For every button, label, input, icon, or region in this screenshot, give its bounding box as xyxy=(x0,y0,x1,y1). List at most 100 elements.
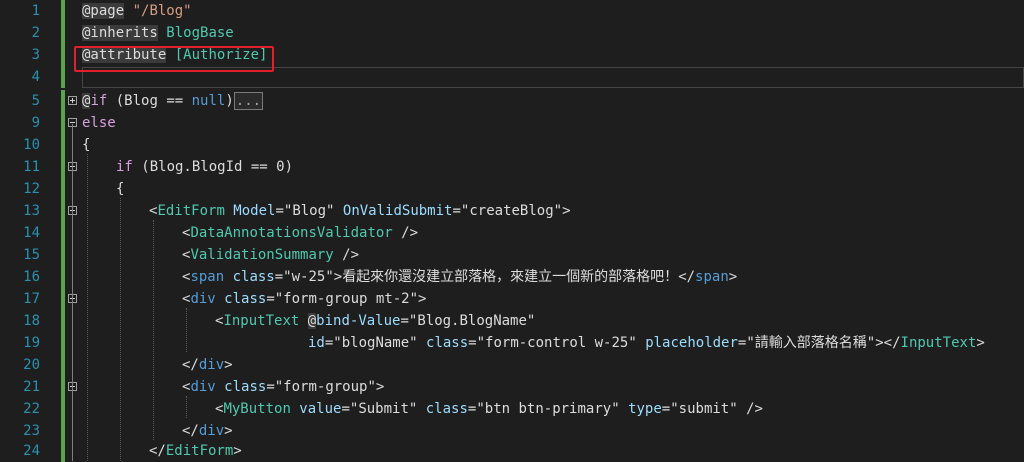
code-line-15[interactable]: 15 <ValidationSummary /> xyxy=(0,244,1024,266)
code-line-2[interactable]: 2 @inherits BlogBase xyxy=(0,22,1024,44)
html-tag: div xyxy=(198,357,225,373)
code-text: (Blog.BlogId xyxy=(132,159,251,175)
text-content: 看起來你還沒建立部落格，來建立一個新的部落格吧！ xyxy=(342,269,679,285)
attribute-value: "請輸入部落格名稱" xyxy=(746,335,876,351)
line-number: 5 xyxy=(31,93,40,109)
line-number: 18 xyxy=(23,313,40,329)
attribute-name: Model xyxy=(224,203,276,219)
equals: = xyxy=(274,269,284,285)
line-number: 3 xyxy=(31,47,40,63)
keyword: null xyxy=(191,93,226,109)
brace: { xyxy=(82,137,91,153)
html-tag: div xyxy=(190,379,216,395)
attribute-value: "Submit" xyxy=(349,401,418,417)
razor-directive: @ xyxy=(307,313,317,329)
attribute-value: "form-group" xyxy=(274,379,376,395)
code-line-14[interactable]: 14 <DataAnnotationsValidator /> xyxy=(0,222,1024,244)
keyword: if xyxy=(116,159,133,175)
keyword: else xyxy=(82,115,116,131)
operator: == xyxy=(250,159,268,175)
code-line-23[interactable]: 23 </div> xyxy=(0,420,1024,442)
attribute-name: placeholder xyxy=(636,335,738,351)
bracket: > xyxy=(562,203,571,219)
code-line-24[interactable]: 24 </EditForm> xyxy=(0,440,1024,462)
modified-indicator xyxy=(61,66,65,88)
modified-indicator xyxy=(61,244,65,266)
modified-indicator xyxy=(61,0,65,22)
code-line-16[interactable]: 16 <span class="w-25">看起來你還沒建立部落格，來建立一個新… xyxy=(0,266,1024,288)
modified-indicator xyxy=(61,420,65,442)
razor-directive: @inherits xyxy=(82,25,158,41)
line-number: 19 xyxy=(23,335,40,351)
code-line-19[interactable]: 19 id="blogName" class="form-control w-2… xyxy=(0,332,1024,354)
attribute-name: class xyxy=(215,379,267,395)
line-number: 11 xyxy=(23,159,40,175)
bracket: > xyxy=(233,443,242,459)
code-line-4[interactable]: 4 xyxy=(0,66,1024,88)
bracket: </ xyxy=(678,269,696,285)
type-name: BlogBase xyxy=(166,25,234,41)
attribute-value: "createBlog" xyxy=(460,203,563,219)
code-text: 0) xyxy=(267,159,294,175)
modified-indicator xyxy=(61,90,65,112)
expand-icon[interactable] xyxy=(68,96,77,105)
keyword: if xyxy=(90,93,108,109)
code-line-21[interactable]: 21 <div class="form-group"> xyxy=(0,376,1024,398)
attribute-name: class xyxy=(417,335,469,351)
code-line-18[interactable]: 18 <InputText @bind-Value="Blog.BlogName… xyxy=(0,310,1024,332)
code-line-10[interactable]: 10 { xyxy=(0,134,1024,156)
line-number: 20 xyxy=(23,357,40,373)
code-line-9[interactable]: 9 else xyxy=(0,112,1024,134)
attribute-name: value xyxy=(290,401,342,417)
component-name: EditForm xyxy=(157,203,225,219)
bracket: ></ xyxy=(875,335,901,351)
attribute-name: bind-Value xyxy=(316,313,401,329)
line-number: 12 xyxy=(23,181,40,197)
modified-indicator xyxy=(61,440,65,462)
bracket: > xyxy=(224,423,233,439)
line-number: 14 xyxy=(23,225,40,241)
equals: = xyxy=(400,313,409,329)
line-number: 17 xyxy=(23,291,40,307)
attribute-name: type xyxy=(619,401,662,417)
line-number: 4 xyxy=(31,69,40,85)
modified-indicator xyxy=(61,178,65,200)
html-tag: span xyxy=(695,269,729,285)
equals: = xyxy=(661,401,671,417)
bracket: > xyxy=(976,335,985,351)
bracket: > xyxy=(418,291,427,307)
bracket: > xyxy=(375,379,385,395)
brace: { xyxy=(116,181,125,197)
attribute-name: OnValidSubmit xyxy=(334,203,453,219)
bracket: </ xyxy=(182,357,199,373)
code-line-13[interactable]: 13 <EditForm Model="Blog" OnValidSubmit=… xyxy=(0,200,1024,222)
attribute-name: class xyxy=(417,401,468,417)
html-tag: div xyxy=(190,291,216,307)
code-line-17[interactable]: 17 <div class="form-group mt-2"> xyxy=(0,288,1024,310)
code-text: ) xyxy=(225,93,234,109)
string-literal: "/Blog" xyxy=(132,3,192,19)
code-line-12[interactable]: 12 { xyxy=(0,178,1024,200)
code-line-1[interactable]: 1 @page "/Blog" xyxy=(0,0,1024,22)
bracket: /> xyxy=(392,225,419,241)
modified-indicator xyxy=(61,156,65,178)
line-number: 10 xyxy=(23,137,40,153)
equals: = xyxy=(452,203,461,219)
equals: = xyxy=(266,291,275,307)
code-line-20[interactable]: 20 </div> xyxy=(0,354,1024,376)
code-line-11[interactable]: 11 if (Blog.BlogId == 0) xyxy=(0,156,1024,178)
line-number: 15 xyxy=(23,247,40,263)
code-editor[interactable]: 1 @page "/Blog" 2 @inherits BlogBase 3 @… xyxy=(0,0,1024,462)
code-line-5[interactable]: 5 @if (Blog == null)... xyxy=(0,90,1024,112)
operator: == xyxy=(166,93,184,109)
component-name: ValidationSummary xyxy=(190,247,334,263)
modified-indicator xyxy=(61,376,65,398)
attribute-value: "Blog" xyxy=(283,203,335,219)
collapsed-region[interactable]: ... xyxy=(233,92,264,110)
component-name: EditForm xyxy=(165,443,234,459)
line-number: 9 xyxy=(31,115,40,131)
code-line-22[interactable]: 22 <MyButton value="Submit" class="btn b… xyxy=(0,398,1024,420)
